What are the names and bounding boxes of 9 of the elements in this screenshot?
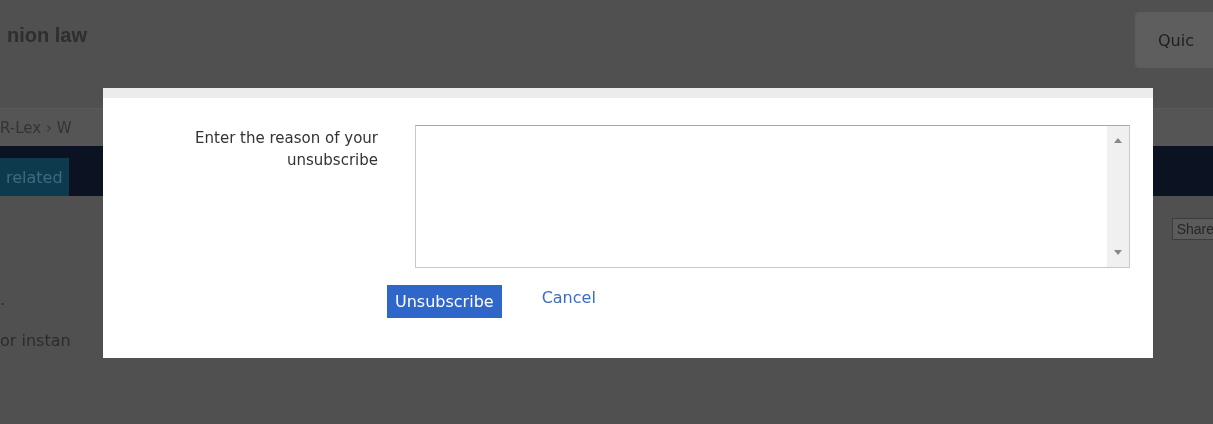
scroll-down-icon[interactable] bbox=[1114, 250, 1122, 255]
scroll-up-icon[interactable] bbox=[1114, 138, 1122, 143]
body-text: . bbox=[0, 290, 6, 309]
reason-field[interactable] bbox=[415, 125, 1130, 268]
field-label: Enter the reason of your unsubscribe bbox=[194, 128, 378, 171]
cancel-link[interactable]: Cancel bbox=[541, 288, 596, 307]
search-field[interactable]: Quic bbox=[1135, 12, 1213, 68]
unsubscribe-button[interactable]: Unsubscribe bbox=[387, 285, 502, 318]
scrollbar[interactable] bbox=[1107, 126, 1129, 267]
